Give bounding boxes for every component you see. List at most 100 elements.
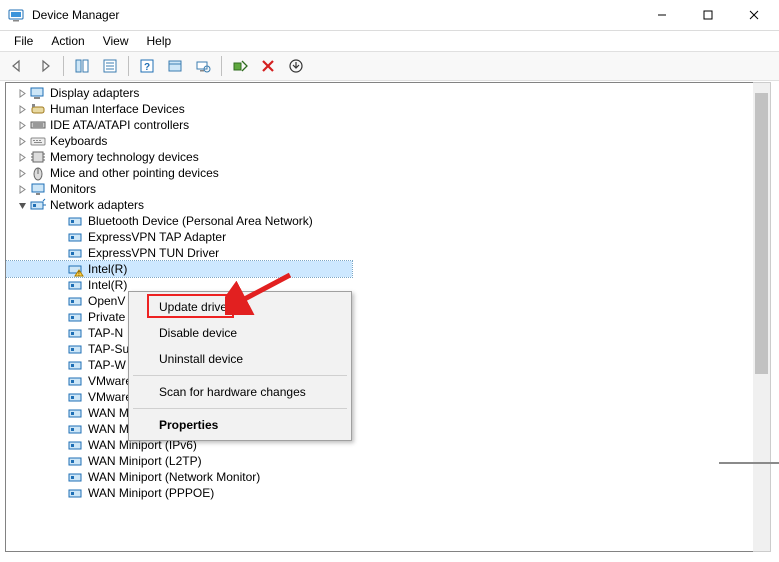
device-label: TAP-N <box>88 325 123 341</box>
category-label: IDE ATA/ATAPI controllers <box>50 117 189 133</box>
menubar: File Action View Help <box>0 31 779 52</box>
display-adapter-icon <box>30 85 46 101</box>
device-row[interactable]: TAP-N <box>6 325 753 341</box>
expand-collapse-icon[interactable] <box>16 119 28 131</box>
expand-collapse-icon[interactable] <box>16 135 28 147</box>
properties-button[interactable] <box>97 53 123 79</box>
category-mice[interactable]: Mice and other pointing devices <box>6 165 753 181</box>
menu-action[interactable]: Action <box>43 32 92 50</box>
network-adapter-icon <box>68 245 84 261</box>
expand-collapse-icon[interactable] <box>16 87 28 99</box>
category-label: Keyboards <box>50 133 107 149</box>
menu-view[interactable]: View <box>95 32 137 50</box>
device-row[interactable]: Intel(R) <box>6 277 753 293</box>
enable-device-button[interactable] <box>227 53 253 79</box>
device-row[interactable]: WAN Miniport (IKEv2) <box>6 405 753 421</box>
decorative-line <box>719 462 779 464</box>
category-monitors[interactable]: Monitors <box>6 181 753 197</box>
scan-hardware-button[interactable] <box>190 53 216 79</box>
device-row[interactable]: ExpressVPN TAP Adapter <box>6 229 753 245</box>
network-adapter-icon <box>68 421 84 437</box>
uninstall-device-button[interactable] <box>283 53 309 79</box>
context-scan-hardware[interactable]: Scan for hardware changes <box>131 379 349 405</box>
category-hid[interactable]: Human Interface Devices <box>6 101 753 117</box>
mouse-icon <box>30 165 46 181</box>
device-row[interactable]: Private <box>6 309 753 325</box>
device-row[interactable]: OpenV <box>6 293 753 309</box>
category-ide[interactable]: IDE ATA/ATAPI controllers <box>6 117 753 133</box>
device-row[interactable]: WAN Miniport (PPPOE) <box>6 485 753 501</box>
expand-collapse-icon[interactable] <box>16 183 28 195</box>
vertical-scrollbar[interactable] <box>753 82 771 552</box>
network-adapter-icon <box>68 325 84 341</box>
hid-icon <box>30 101 46 117</box>
back-button[interactable] <box>4 53 30 79</box>
device-row[interactable]: TAP-Su <box>6 341 753 357</box>
category-memory-tech[interactable]: Memory technology devices <box>6 149 753 165</box>
category-keyboards[interactable]: Keyboards <box>6 133 753 149</box>
show-hide-tree-button[interactable] <box>69 53 95 79</box>
category-label: Human Interface Devices <box>50 101 185 117</box>
device-label: Bluetooth Device (Personal Area Network) <box>88 213 313 229</box>
context-separator <box>133 375 347 376</box>
device-label: TAP-W <box>88 357 126 373</box>
device-label: TAP-Su <box>88 341 129 357</box>
network-adapter-icon <box>68 485 84 501</box>
device-row[interactable]: VMware Virtual Ethernet Adapter for VMne… <box>6 373 753 389</box>
scroll-thumb[interactable] <box>755 93 768 374</box>
device-label: ExpressVPN TUN Driver <box>88 245 219 261</box>
network-adapter-icon <box>68 341 84 357</box>
expand-collapse-icon[interactable] <box>16 199 28 211</box>
context-update-driver[interactable]: Update driver <box>131 294 349 320</box>
category-label: Mice and other pointing devices <box>50 165 219 181</box>
maximize-button[interactable] <box>685 0 731 30</box>
device-row[interactable]: WAN Miniport (IP) <box>6 421 753 437</box>
expand-collapse-icon[interactable] <box>16 151 28 163</box>
category-display-adapters[interactable]: Display adapters <box>6 85 753 101</box>
window-controls <box>639 0 777 30</box>
expand-collapse-icon[interactable] <box>16 103 28 115</box>
menu-help[interactable]: Help <box>139 32 180 50</box>
network-adapter-icon <box>68 213 84 229</box>
network-icon <box>30 197 46 213</box>
help-button[interactable]: ? <box>134 53 160 79</box>
device-row[interactable]: TAP-W <box>6 357 753 373</box>
context-disable-device[interactable]: Disable device <box>131 320 349 346</box>
network-adapter-icon <box>68 453 84 469</box>
network-adapter-warning-icon: ! <box>68 261 84 277</box>
context-properties[interactable]: Properties <box>131 412 349 438</box>
menu-file[interactable]: File <box>6 32 41 50</box>
device-row[interactable]: Bluetooth Device (Personal Area Network) <box>6 213 753 229</box>
svg-text:?: ? <box>144 62 150 73</box>
device-row[interactable]: WAN Miniport (Network Monitor) <box>6 469 753 485</box>
window-title: Device Manager <box>32 8 119 22</box>
context-uninstall-device[interactable]: Uninstall device <box>131 346 349 372</box>
action-center-button[interactable] <box>162 53 188 79</box>
disable-device-button[interactable] <box>255 53 281 79</box>
device-label: Intel(R) <box>88 277 127 293</box>
monitor-icon <box>30 181 46 197</box>
network-adapter-icon <box>68 293 84 309</box>
network-adapter-icon <box>68 357 84 373</box>
close-button[interactable] <box>731 0 777 30</box>
minimize-button[interactable] <box>639 0 685 30</box>
ide-icon <box>30 117 46 133</box>
forward-button[interactable] <box>32 53 58 79</box>
device-label: ExpressVPN TAP Adapter <box>88 229 226 245</box>
category-label: Memory technology devices <box>50 149 199 165</box>
device-tree: Display adapters Human Interface Devices… <box>5 82 754 552</box>
device-row[interactable]: WAN Miniport (L2TP) <box>6 453 753 469</box>
category-network-adapters[interactable]: Network adapters <box>6 197 753 213</box>
device-row[interactable]: WAN Miniport (IPv6) <box>6 437 753 453</box>
device-row[interactable]: ExpressVPN TUN Driver <box>6 245 753 261</box>
network-adapter-icon <box>68 405 84 421</box>
device-label: WAN Miniport (L2TP) <box>88 453 202 469</box>
toolbar-separator <box>221 56 222 76</box>
device-label: WAN Miniport (PPPOE) <box>88 485 214 501</box>
expand-collapse-icon[interactable] <box>16 167 28 179</box>
device-row[interactable]: VMware Virtual Ethernet Adapter for VMne… <box>6 389 753 405</box>
category-label: Monitors <box>50 181 96 197</box>
network-adapter-icon <box>68 389 84 405</box>
device-row-selected[interactable]: ! Intel(R) <box>6 261 352 277</box>
device-label: OpenV <box>88 293 125 309</box>
